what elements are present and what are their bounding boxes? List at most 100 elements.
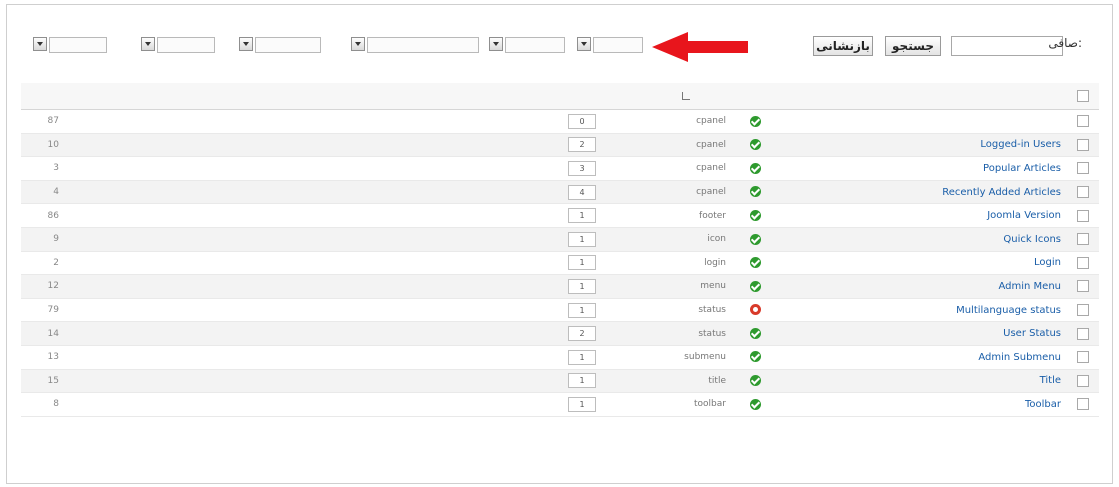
module-language (73, 369, 133, 394)
published-check-icon[interactable] (749, 351, 761, 363)
module-pages (273, 156, 398, 181)
row-checkbox[interactable] (1077, 209, 1089, 222)
ordering-input[interactable]: 0 (568, 113, 596, 129)
module-ordering-cell: 1 (526, 369, 638, 394)
table-row: 87 0 cpanel (21, 109, 1099, 134)
filter-client-select[interactable] (593, 37, 643, 53)
table-row: 15 1 title Title (21, 369, 1099, 394)
module-title-link[interactable]: User Status (780, 321, 1067, 346)
row-checkbox[interactable] (1077, 327, 1089, 340)
ordering-input[interactable]: 2 (568, 137, 596, 153)
row-checkbox[interactable] (1077, 162, 1089, 175)
filter-access-toggle[interactable] (141, 37, 155, 51)
module-title-link[interactable] (780, 109, 1067, 134)
column-header-pages[interactable] (273, 83, 398, 110)
module-title-link[interactable]: Logged-in Users (780, 133, 1067, 158)
filter-language-select[interactable] (49, 37, 107, 53)
search-input[interactable] (951, 36, 1063, 56)
row-checkbox[interactable] (1077, 186, 1089, 199)
ordering-input[interactable]: 3 (568, 160, 596, 176)
module-title-link[interactable]: Title (780, 369, 1067, 394)
ordering-input[interactable]: 1 (568, 208, 596, 224)
filter-module-type-toggle[interactable] (239, 37, 253, 51)
ordering-input[interactable]: 4 (568, 184, 596, 200)
published-check-icon[interactable] (749, 233, 761, 245)
module-status-cell (730, 321, 780, 346)
column-header-language[interactable] (73, 83, 133, 110)
module-position: cpanel (638, 133, 730, 158)
published-check-icon[interactable] (749, 115, 761, 127)
filter-module-type-select[interactable] (255, 37, 321, 53)
column-header-position[interactable] (638, 83, 730, 110)
row-checkbox[interactable] (1077, 304, 1089, 317)
module-language (73, 180, 133, 205)
table-row: 3 3 cpanel Popular Articles (21, 156, 1099, 181)
search-button[interactable]: جستجو (885, 36, 941, 56)
module-title-link[interactable]: Multilanguage status (780, 298, 1067, 323)
filter-access-select[interactable] (157, 37, 215, 53)
module-title-link[interactable]: Popular Articles (780, 156, 1067, 181)
module-language (73, 321, 133, 346)
published-check-icon[interactable] (749, 280, 761, 292)
module-title-link[interactable]: Quick Icons (780, 227, 1067, 252)
column-header-status[interactable] (730, 83, 780, 110)
row-checkbox[interactable] (1077, 233, 1089, 246)
module-language (73, 227, 133, 252)
module-title-link[interactable]: Recently Added Articles (780, 180, 1067, 205)
row-checkbox[interactable] (1077, 374, 1089, 387)
row-checkbox[interactable] (1077, 280, 1089, 293)
module-type (398, 274, 526, 299)
unpublished-icon[interactable] (749, 304, 761, 316)
ordering-input[interactable]: 1 (568, 396, 596, 412)
column-header-ordering[interactable] (526, 83, 638, 110)
published-check-icon[interactable] (749, 209, 761, 221)
ordering-input[interactable]: 1 (568, 231, 596, 247)
column-header-access[interactable] (133, 83, 273, 110)
module-type (398, 298, 526, 323)
search-label: صافی: (1048, 36, 1082, 50)
row-checkbox[interactable] (1077, 351, 1089, 364)
module-pages (273, 133, 398, 158)
module-title-link[interactable]: Toolbar (780, 392, 1067, 417)
column-header-id[interactable] (21, 83, 73, 110)
published-check-icon[interactable] (749, 257, 761, 269)
published-check-icon[interactable] (749, 375, 761, 387)
filter-state-toggle[interactable] (489, 37, 503, 51)
module-pages (273, 180, 398, 205)
published-check-icon[interactable] (749, 162, 761, 174)
published-check-icon[interactable] (749, 139, 761, 151)
ordering-input[interactable]: 2 (568, 326, 596, 342)
filter-language-toggle[interactable] (33, 37, 47, 51)
ordering-input[interactable]: 1 (568, 349, 596, 365)
column-header-select-all[interactable] (1067, 83, 1099, 110)
module-type (398, 156, 526, 181)
module-title-link[interactable]: Login (780, 251, 1067, 276)
filter-client-toggle[interactable] (577, 37, 591, 51)
module-language (73, 133, 133, 158)
row-checkbox[interactable] (1077, 398, 1089, 411)
row-checkbox-cell (1067, 345, 1099, 370)
row-checkbox[interactable] (1077, 115, 1089, 128)
column-header-title[interactable] (780, 83, 1067, 110)
column-header-module-type[interactable] (398, 83, 526, 110)
row-checkbox[interactable] (1077, 138, 1089, 151)
published-check-icon[interactable] (749, 327, 761, 339)
module-title-link[interactable]: Admin Menu (780, 274, 1067, 299)
select-all-checkbox[interactable] (1077, 90, 1089, 102)
row-checkbox[interactable] (1077, 256, 1089, 269)
ordering-input[interactable]: 1 (568, 278, 596, 294)
filter-position-select[interactable] (367, 37, 479, 53)
published-check-icon[interactable] (749, 186, 761, 198)
ordering-input[interactable]: 1 (568, 255, 596, 271)
ordering-input[interactable]: 1 (568, 373, 596, 389)
ordering-input[interactable]: 1 (568, 302, 596, 318)
filter-state-select[interactable] (505, 37, 565, 53)
module-title-link[interactable]: Admin Submenu (780, 345, 1067, 370)
module-title-link[interactable]: Joomla Version (780, 203, 1067, 228)
filter-position-toggle[interactable] (351, 37, 365, 51)
published-check-icon[interactable] (749, 398, 761, 410)
table-row: 4 4 cpanel Recently Added Articles (21, 180, 1099, 205)
module-id: 10 (21, 133, 73, 158)
module-position: cpanel (638, 156, 730, 181)
reset-button[interactable]: بازنشانی (813, 36, 873, 56)
